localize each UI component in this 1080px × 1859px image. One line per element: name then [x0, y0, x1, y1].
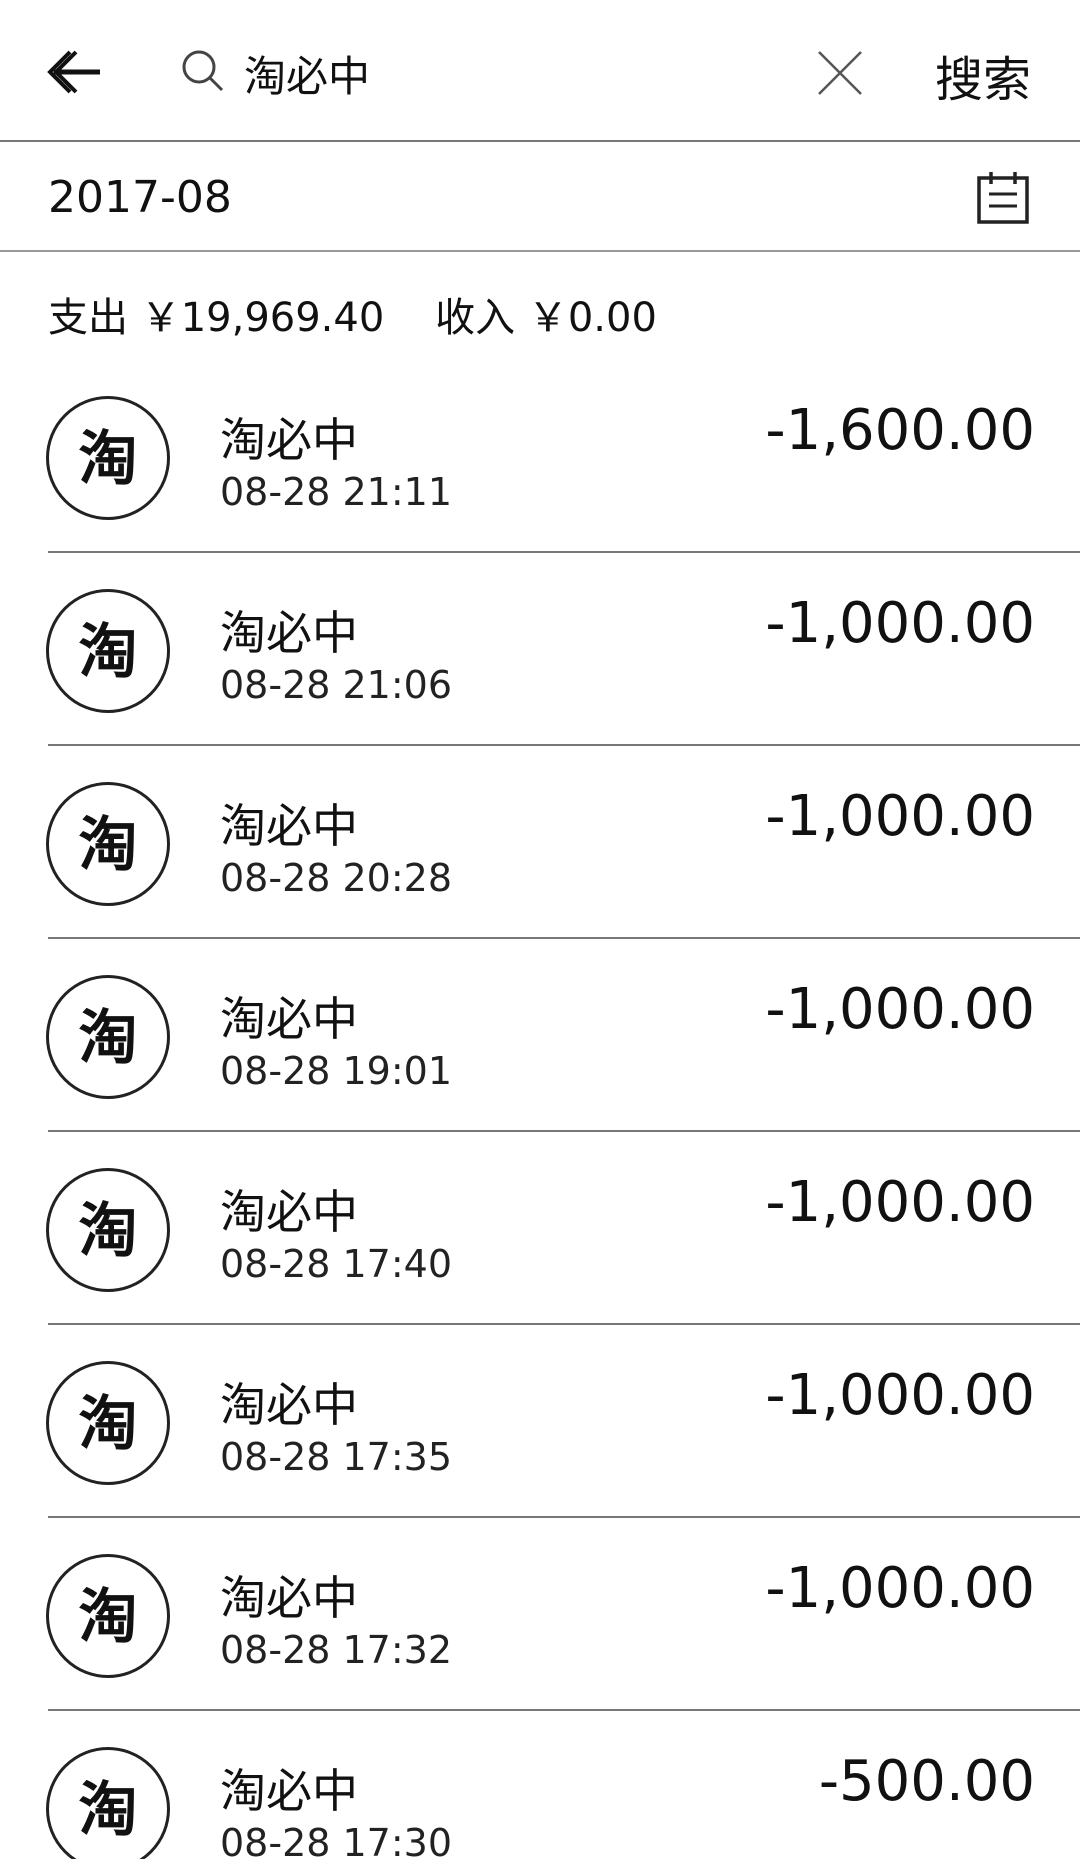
svg-text:淘: 淘	[78, 424, 137, 493]
calendar-icon[interactable]	[975, 170, 1031, 226]
transaction-amount: -500.00	[818, 1749, 1035, 1814]
transaction-name: 淘必中	[220, 1378, 358, 1432]
transaction-time: 08-28 17:35	[220, 1435, 453, 1479]
transaction-row[interactable]: 淘 淘必中 08-28 17:40 -1,000.00	[0, 1132, 1080, 1325]
transaction-row[interactable]: 淘 淘必中 08-28 20:28 -1,000.00	[0, 746, 1080, 939]
taobao-glyph: 淘	[78, 1003, 137, 1072]
taobao-icon: 淘	[46, 782, 170, 906]
transaction-time: 08-28 19:01	[220, 1049, 453, 1093]
svg-text:淘: 淘	[78, 1389, 137, 1458]
transaction-row[interactable]: 淘 淘必中 08-28 17:30 -500.00	[0, 1711, 1080, 1859]
month-filter-row: 2017-08	[0, 142, 1080, 252]
taobao-glyph: 淘	[78, 810, 137, 879]
transaction-amount: -1,000.00	[765, 784, 1035, 849]
transaction-time: 08-28 20:28	[220, 856, 453, 900]
transaction-row[interactable]: 淘 淘必中 08-28 17:32 -1,000.00	[0, 1518, 1080, 1711]
clear-icon[interactable]	[815, 48, 865, 98]
transaction-row[interactable]: 淘 淘必中 08-28 17:35 -1,000.00	[0, 1325, 1080, 1518]
transaction-amount: -1,000.00	[765, 1170, 1035, 1235]
search-bar	[180, 38, 870, 108]
svg-text:淘: 淘	[78, 1775, 137, 1844]
transaction-time: 08-28 21:11	[220, 470, 453, 514]
taobao-icon: 淘	[46, 1361, 170, 1485]
transaction-name: 淘必中	[220, 799, 358, 853]
transaction-amount: -1,000.00	[765, 1363, 1035, 1428]
transaction-amount: -1,600.00	[765, 398, 1035, 463]
transaction-amount: -1,000.00	[765, 977, 1035, 1042]
transaction-row[interactable]: 淘 淘必中 08-28 21:11 -1,600.00	[0, 360, 1080, 553]
transaction-amount: -1,000.00	[765, 591, 1035, 656]
svg-text:淘: 淘	[78, 1196, 137, 1265]
taobao-icon: 淘	[46, 1554, 170, 1678]
taobao-glyph: 淘	[78, 1582, 137, 1651]
month-summary: 支出 ￥19,969.40 收入 ￥0.00	[48, 295, 657, 341]
taobao-icon: 淘	[46, 1168, 170, 1292]
taobao-glyph: 淘	[78, 1196, 137, 1265]
taobao-icon: 淘	[46, 975, 170, 1099]
transaction-name: 淘必中	[220, 413, 358, 467]
taobao-glyph: 淘	[78, 424, 137, 493]
search-input[interactable]	[244, 38, 764, 108]
transaction-row[interactable]: 淘 淘必中 08-28 19:01 -1,000.00	[0, 939, 1080, 1132]
transaction-name: 淘必中	[220, 1571, 358, 1625]
transaction-time: 08-28 21:06	[220, 663, 453, 707]
taobao-glyph: 淘	[78, 617, 137, 686]
transaction-time: 08-28 17:32	[220, 1628, 453, 1672]
transaction-row[interactable]: 淘 淘必中 08-28 21:06 -1,000.00	[0, 553, 1080, 746]
search-icon	[180, 48, 226, 94]
taobao-icon: 淘	[46, 589, 170, 713]
transaction-amount: -1,000.00	[765, 1556, 1035, 1621]
transaction-name: 淘必中	[220, 1764, 358, 1818]
transaction-name: 淘必中	[220, 992, 358, 1046]
transaction-name: 淘必中	[220, 606, 358, 660]
svg-text:淘: 淘	[78, 1003, 137, 1072]
search-button[interactable]: 搜索	[935, 40, 1031, 110]
transaction-name: 淘必中	[220, 1185, 358, 1239]
taobao-glyph: 淘	[78, 1389, 137, 1458]
svg-text:淘: 淘	[78, 617, 137, 686]
transaction-list: 淘淘必中 08-28 21:11 -1,600.00 淘淘必中 08-28 21:06-…	[0, 360, 1080, 1859]
taobao-icon: 淘	[46, 396, 170, 520]
transaction-time: 08-28 17:40	[220, 1242, 453, 1286]
transaction-time: 08-28 17:30	[220, 1821, 453, 1859]
taobao-icon: 淘	[46, 1747, 170, 1859]
svg-text:淘: 淘	[78, 810, 137, 879]
back-arrow-icon[interactable]	[40, 40, 104, 104]
top-bar: 搜索	[0, 0, 1080, 142]
month-label: 2017-08	[48, 172, 232, 223]
taobao-glyph: 淘	[78, 1775, 137, 1844]
svg-text:淘: 淘	[78, 1582, 137, 1651]
